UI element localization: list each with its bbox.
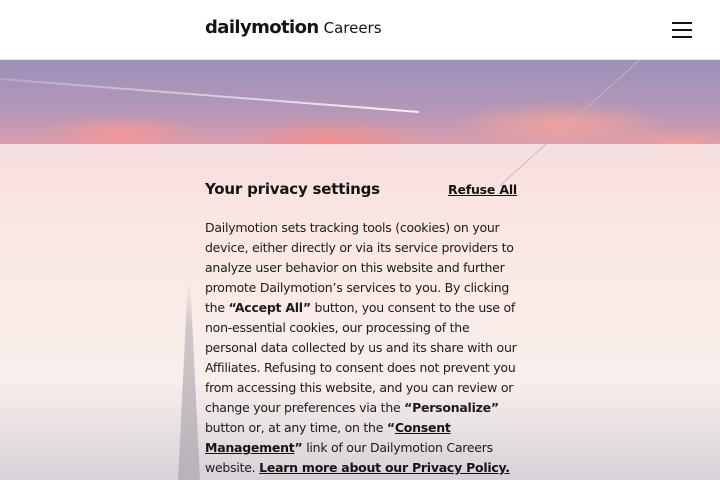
privacy-header: Your privacy settings Refuse All (205, 180, 517, 204)
personalize-reference: “Personalize” (404, 400, 499, 415)
logo-suffix: Careers (323, 19, 382, 37)
accept-all-reference: “Accept All” (228, 300, 312, 315)
privacy-text: button, you consent to the use of non-es… (205, 300, 517, 415)
privacy-settings-panel: Your privacy settings Refuse All Dailymo… (205, 180, 517, 478)
privacy-text: button or, at any time, on the (205, 420, 387, 435)
privacy-title: Your privacy settings (205, 180, 380, 198)
menu-bar (672, 22, 692, 24)
menu-bar (672, 29, 692, 31)
hamburger-menu-icon[interactable] (669, 19, 695, 41)
logo-brand: dailymotion (205, 17, 319, 38)
quote-open: “ (386, 420, 395, 435)
menu-bar (672, 36, 692, 38)
privacy-policy-link[interactable]: Learn more about our Privacy Policy. (259, 460, 510, 475)
privacy-description: Dailymotion sets tracking tools (cookies… (205, 218, 517, 478)
refuse-all-button[interactable]: Refuse All (448, 182, 517, 197)
dailymotion-careers-logo[interactable]: dailymotion Careers (205, 17, 382, 43)
site-header: dailymotion Careers (0, 0, 720, 60)
